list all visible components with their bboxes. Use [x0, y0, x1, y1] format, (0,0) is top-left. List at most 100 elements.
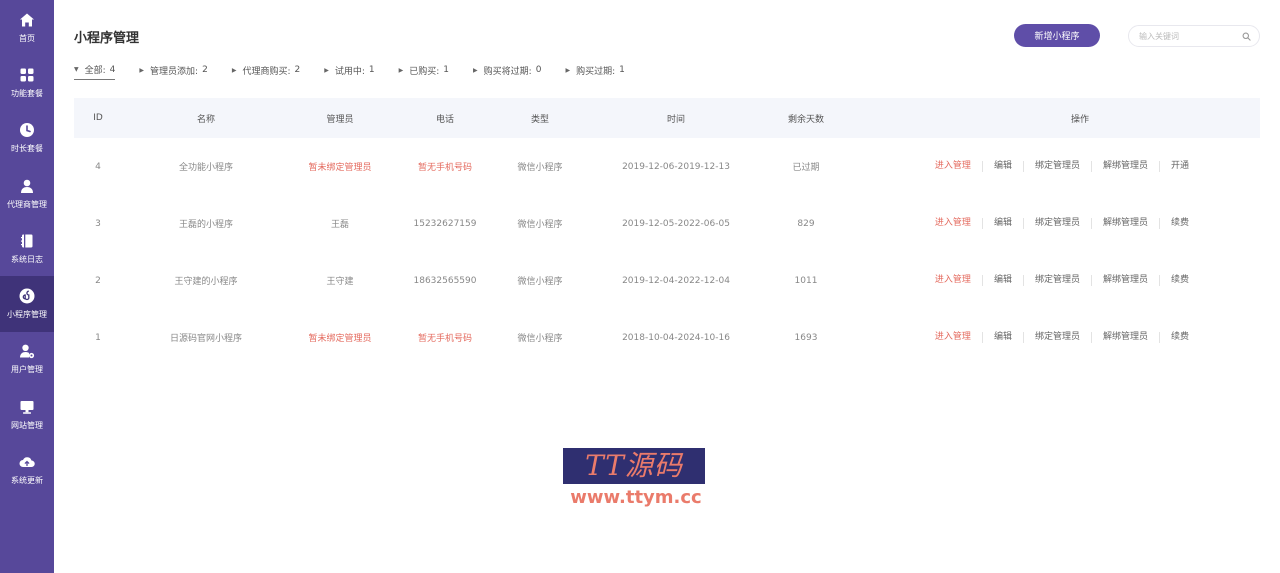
sidebar-item-feature-packages[interactable]: 功能套餐	[0, 55, 54, 110]
monitor-icon	[20, 400, 34, 414]
edit-link[interactable]: 编辑	[981, 218, 1023, 229]
caret-right-icon: ▶	[398, 66, 404, 74]
cell-time: 2019-12-04-2022-12-04	[622, 275, 730, 286]
enter-management-link[interactable]: 进入管理	[924, 275, 982, 286]
column-header-admin: 管理员	[326, 114, 354, 125]
sidebar-item-site-management[interactable]: 网站管理	[0, 387, 54, 442]
filter-expiring[interactable]: ▶ 购买将过期: 0	[473, 63, 541, 80]
enter-management-link[interactable]: 进入管理	[924, 161, 982, 172]
sidebar-item-agent-management[interactable]: 代理商管理	[0, 166, 54, 221]
caret-right-icon: ▶	[324, 66, 329, 74]
filter-purchased[interactable]: ▶ 已购买: 1	[399, 63, 449, 80]
search-icon[interactable]	[1242, 32, 1251, 41]
cell-name: 王守建的小程序	[174, 277, 238, 287]
sidebar-item-system-log[interactable]: 系统日志	[0, 221, 54, 276]
filter-label: 已购买:	[409, 66, 440, 77]
cell-days: 829	[797, 218, 815, 229]
cell-days: 已过期	[792, 163, 820, 173]
user-gear-icon	[20, 345, 35, 359]
cell-type: 微信小程序	[517, 163, 563, 173]
cell-actions: 进入管理 编辑 绑定管理员 解绑管理员 续费	[840, 275, 1260, 286]
filter-count: 4	[109, 64, 116, 75]
column-header-actions: 操作	[1070, 114, 1089, 125]
bind-admin-link[interactable]: 绑定管理员	[1022, 275, 1091, 286]
edit-link[interactable]: 编辑	[981, 332, 1023, 343]
table-row: 4 全功能小程序 暂未绑定管理员 暂无手机号码 微信小程序 2019-12-06…	[74, 138, 1260, 195]
caret-right-icon: ▶	[139, 66, 145, 74]
cell-phone: 15232627159	[413, 218, 477, 229]
sidebar-item-user-management[interactable]: 用户管理	[0, 332, 54, 387]
bind-admin-link[interactable]: 绑定管理员	[1022, 218, 1091, 229]
column-header-id: ID	[93, 113, 103, 123]
column-header-name: 名称	[196, 114, 215, 125]
filter-count: 1	[443, 65, 450, 75]
filter-trial[interactable]: ▶ 试用中: 1	[324, 63, 374, 80]
sidebar-item-label: 时长套餐	[11, 144, 43, 154]
edit-link[interactable]: 编辑	[981, 275, 1023, 286]
cell-name: 王磊的小程序	[178, 220, 233, 230]
filter-admin-added[interactable]: ▶ 管理员添加: 2	[139, 63, 207, 80]
sidebar-item-label: 小程序管理	[7, 310, 47, 320]
enter-management-link[interactable]: 进入管理	[924, 332, 982, 343]
cell-id: 2	[95, 275, 101, 286]
table-row: 2 王守建的小程序 王守建 18632565590 微信小程序 2019-12-…	[74, 252, 1260, 309]
filter-label: 购买过期:	[576, 66, 616, 77]
add-miniprogram-button[interactable]: 新增小程序	[1014, 24, 1100, 47]
filter-agent-purchased[interactable]: ▶ 代理商购买: 2	[232, 63, 300, 80]
filter-label: 管理员添加:	[150, 66, 199, 77]
sidebar-item-label: 用户管理	[11, 365, 43, 375]
renew-link[interactable]: 续费	[1158, 332, 1200, 343]
unbind-admin-link[interactable]: 解绑管理员	[1090, 275, 1159, 286]
table-header: ID 名称 管理员 电话 类型 时间 剩余天数 操作	[74, 98, 1260, 138]
cell-time: 2019-12-05-2022-06-05	[622, 218, 730, 229]
sidebar-item-duration-packages[interactable]: 时长套餐	[0, 111, 54, 166]
column-header-time: 时间	[666, 114, 685, 125]
cell-type: 微信小程序	[517, 334, 563, 344]
edit-link[interactable]: 编辑	[981, 161, 1023, 172]
filter-label: 试用中:	[334, 66, 365, 77]
filter-count: 1	[619, 65, 625, 75]
activate-link[interactable]: 开通	[1158, 161, 1200, 172]
sidebar-item-home[interactable]: 首页	[0, 0, 54, 55]
sidebar-item-label: 系统日志	[11, 254, 43, 264]
unbind-admin-link[interactable]: 解绑管理员	[1090, 161, 1159, 172]
sidebar-item-label: 功能套餐	[11, 88, 43, 98]
sidebar: 首页 功能套餐 时长套餐 代理商管理 系统日志 小程序管理 用户管理 网站管理 …	[0, 0, 54, 573]
column-header-days: 剩余天数	[787, 114, 824, 125]
search-input[interactable]	[1139, 31, 1242, 41]
unbind-admin-link[interactable]: 解绑管理员	[1090, 218, 1159, 229]
home-icon	[20, 13, 34, 27]
cell-admin: 王磊	[330, 220, 349, 230]
sidebar-item-system-update[interactable]: 系统更新	[0, 442, 54, 497]
cell-actions: 进入管理 编辑 绑定管理员 解绑管理员 开通	[840, 161, 1260, 172]
filter-count: 1	[368, 65, 375, 75]
sidebar-item-label: 系统更新	[11, 476, 43, 486]
renew-link[interactable]: 续费	[1158, 218, 1200, 229]
unbind-admin-link[interactable]: 解绑管理员	[1090, 332, 1159, 343]
sidebar-item-miniprogram-management[interactable]: 小程序管理	[0, 276, 54, 332]
cell-actions: 进入管理 编辑 绑定管理员 解绑管理员 续费	[840, 332, 1260, 343]
filter-all[interactable]: ▼ 全部: 4	[74, 63, 116, 80]
cell-phone: 18632565590	[413, 275, 477, 286]
book-icon	[21, 234, 33, 248]
cell-time: 2019-12-06-2019-12-13	[622, 161, 730, 172]
cell-admin: 暂未绑定管理员	[308, 334, 372, 344]
cell-admin: 暂未绑定管理员	[308, 163, 372, 173]
bind-admin-link[interactable]: 绑定管理员	[1022, 332, 1091, 343]
cell-name: 全功能小程序	[178, 163, 233, 173]
cell-days: 1693	[794, 332, 818, 343]
cell-time: 2018-10-04-2024-10-16	[622, 332, 730, 343]
miniprogram-table: ID 名称 管理员 电话 类型 时间 剩余天数 操作 4 全功能小程序 暂未绑定…	[74, 98, 1260, 366]
caret-right-icon: ▶	[565, 66, 571, 74]
clock-icon	[20, 123, 34, 138]
renew-link[interactable]: 续费	[1158, 275, 1200, 286]
page-title: 小程序管理	[74, 31, 140, 46]
filter-expired[interactable]: ▶ 购买过期: 1	[565, 63, 624, 80]
enter-management-link[interactable]: 进入管理	[924, 218, 982, 229]
filter-label: 代理商购买:	[242, 66, 291, 77]
cell-type: 微信小程序	[517, 220, 563, 230]
bind-admin-link[interactable]: 绑定管理员	[1022, 161, 1091, 172]
filter-count: 2	[294, 65, 301, 75]
search-box	[1128, 25, 1260, 47]
cell-days: 1011	[794, 275, 818, 286]
